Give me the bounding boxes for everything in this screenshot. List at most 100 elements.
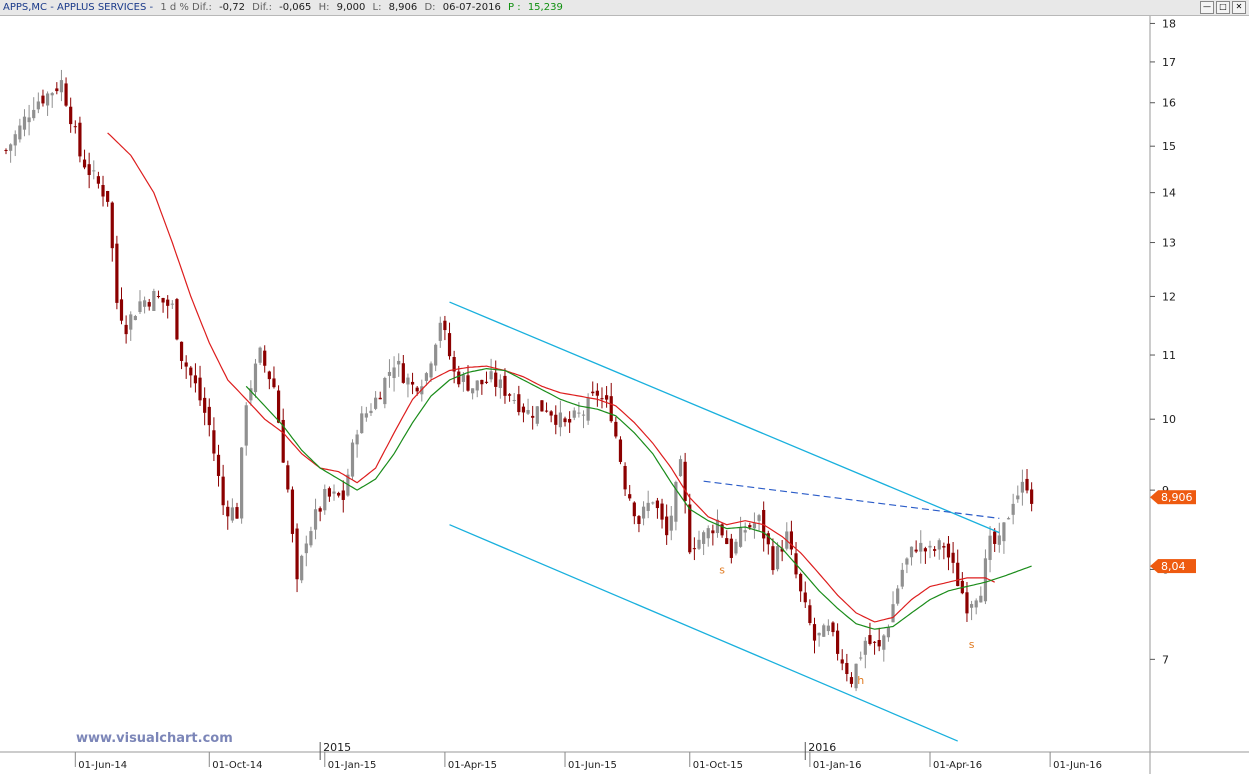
dif-value: -0,065 <box>279 2 312 13</box>
minimize-icon[interactable]: — <box>1200 1 1214 14</box>
price-chart: 78910111213141516171801-Jun-1401-Oct-140… <box>0 16 1249 774</box>
candle-body <box>22 116 27 130</box>
candle-body <box>480 379 484 385</box>
candle-body <box>313 509 318 530</box>
candle-body <box>387 371 392 376</box>
candle-body <box>323 489 327 511</box>
candle-body <box>771 546 775 571</box>
candle-body <box>775 546 780 570</box>
candle-body <box>974 600 978 608</box>
x-tick-label: 01-Jun-15 <box>568 760 617 771</box>
candle-body <box>332 491 336 494</box>
candle-body <box>743 530 747 533</box>
candle-body <box>849 677 854 684</box>
y-tick-label: 12 <box>1162 290 1176 303</box>
candle-body <box>45 93 50 106</box>
x-tick-label: 01-Jan-15 <box>328 760 377 771</box>
x-tick-label: 01-Jun-16 <box>1053 760 1102 771</box>
candle-body <box>641 506 646 519</box>
candle-body <box>226 506 230 517</box>
candle-body <box>166 299 170 306</box>
candle-body <box>886 627 891 638</box>
candle-body <box>309 531 313 546</box>
candle-body <box>595 390 599 396</box>
candle-body <box>706 528 710 539</box>
candle-body <box>378 397 382 400</box>
candle-body <box>221 476 225 506</box>
dif-label: Dif.: <box>252 2 272 13</box>
candle-body <box>263 350 267 366</box>
title-bar: APPS,MC - APPLUS SERVICES - 1 d % Dif.: … <box>0 0 1249 16</box>
candle-body <box>752 523 757 529</box>
candle-body <box>896 588 900 604</box>
candle-body <box>258 347 262 363</box>
candle-body <box>406 377 410 385</box>
candle-body <box>203 397 207 413</box>
watermark: www.visualchart.com <box>76 731 233 746</box>
candle-body <box>212 430 216 454</box>
candle-body <box>863 640 867 655</box>
candle-body <box>110 202 114 249</box>
candle-body <box>78 122 82 157</box>
pattern-annotation: s <box>969 638 975 651</box>
candle-body <box>600 398 604 400</box>
x-tick-label: 01-Oct-14 <box>212 760 262 771</box>
candle-body <box>475 380 479 391</box>
price-tag-label: 8,906 <box>1161 491 1193 504</box>
window-controls: — □ ✕ <box>1200 1 1246 14</box>
candle-body <box>9 144 13 151</box>
date-label: D: <box>424 2 436 13</box>
candle-body <box>170 303 174 305</box>
price-tag-pointer <box>1150 490 1158 505</box>
candle-body <box>471 388 475 394</box>
candle-body <box>872 641 877 643</box>
candle-body <box>73 126 77 128</box>
candle-body <box>729 538 733 558</box>
candle-body <box>678 459 683 477</box>
candle-body <box>360 413 364 434</box>
candle-body <box>831 622 835 633</box>
candle-body <box>937 540 941 550</box>
candle-body <box>581 414 586 416</box>
candle-body <box>725 538 729 545</box>
candle-body <box>175 299 179 340</box>
symbol-label: APPS,MC - APPLUS SERVICES - <box>3 2 154 13</box>
candle-body <box>4 149 8 151</box>
candle-body <box>521 406 526 413</box>
candle-body <box>498 379 502 388</box>
candle-body <box>900 569 904 587</box>
candle-body <box>152 290 156 312</box>
candle-body <box>147 302 151 307</box>
restore-icon[interactable]: □ <box>1216 1 1230 14</box>
candle-body <box>41 95 45 104</box>
candle-body <box>119 299 124 321</box>
candle-body <box>942 546 946 548</box>
candle-body <box>1011 503 1015 515</box>
candle-body <box>808 605 812 624</box>
candle-body <box>92 170 96 172</box>
candle-body <box>946 543 951 558</box>
candle-body <box>286 465 290 490</box>
candle-body <box>1016 495 1020 500</box>
candle-body <box>18 125 22 140</box>
price-tag-pointer <box>1150 559 1158 574</box>
pattern-annotation: h <box>857 674 864 687</box>
candle-body <box>540 400 544 412</box>
candle-body <box>586 397 590 421</box>
timeframe-label: 1 d % Dif.: <box>160 2 212 13</box>
y-tick-label: 10 <box>1162 413 1176 426</box>
candle-body <box>757 515 761 521</box>
x-tick-label: 01-Apr-16 <box>933 760 982 771</box>
candle-body <box>244 405 248 446</box>
candle-body <box>836 630 840 654</box>
close-icon[interactable]: ✕ <box>1232 1 1246 14</box>
price-tag-label: 8,04 <box>1161 560 1186 573</box>
candle-body <box>623 465 627 490</box>
candle-body <box>392 367 396 379</box>
high-value: 9,000 <box>336 2 366 13</box>
candle-body <box>711 530 715 534</box>
candle-body <box>101 185 105 197</box>
candle-body <box>216 454 221 476</box>
candle-body <box>646 502 650 511</box>
candle-body <box>253 363 258 393</box>
